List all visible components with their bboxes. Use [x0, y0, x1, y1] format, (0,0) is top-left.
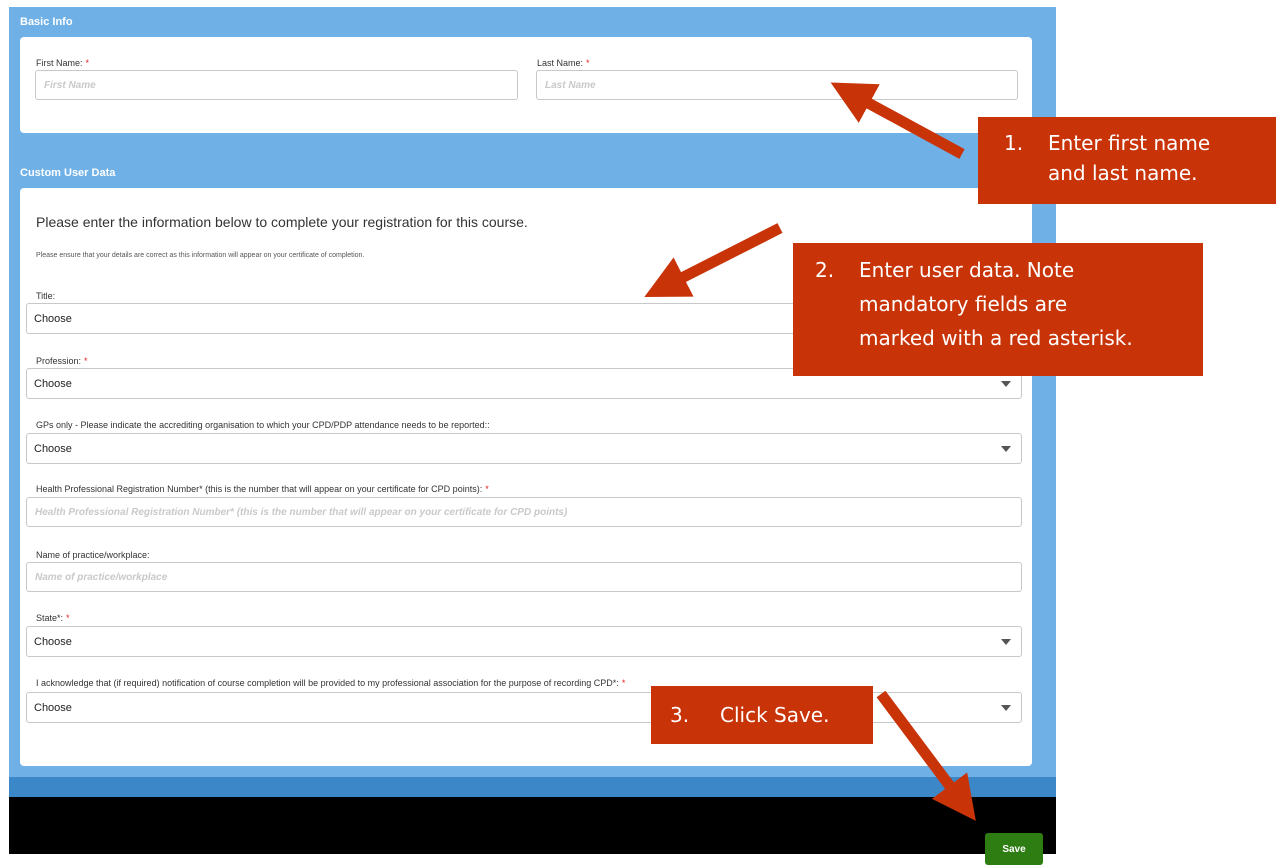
- arrow-step-1: [830, 82, 965, 159]
- arrow-step-2: [644, 223, 783, 297]
- annotation-arrows: [644, 82, 976, 821]
- arrow-step-3: [876, 690, 976, 821]
